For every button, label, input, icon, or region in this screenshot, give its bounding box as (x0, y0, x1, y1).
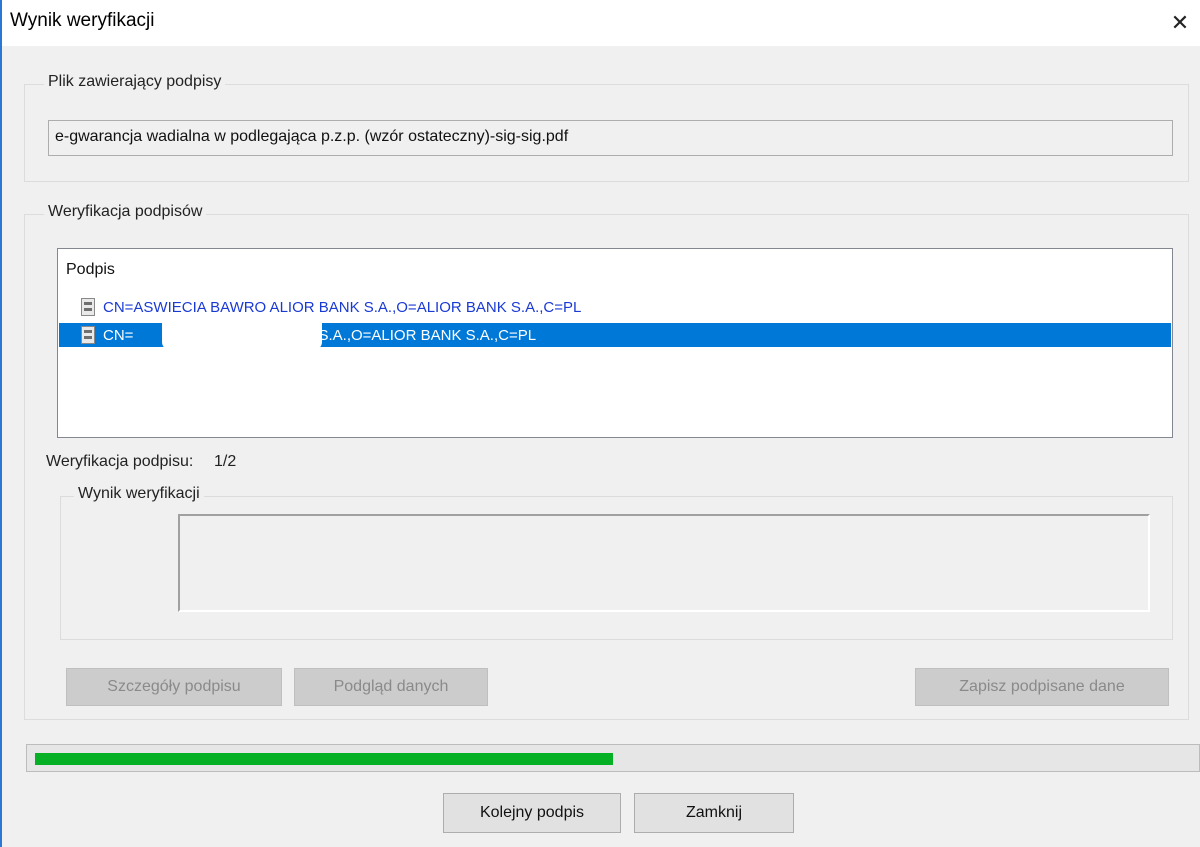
window-title: Wynik weryfikacji (10, 10, 155, 31)
save-signed-data-button[interactable]: Zapisz podpisane dane (915, 668, 1169, 706)
result-textbox[interactable] (178, 514, 1150, 612)
close-button[interactable]: Zamknij (634, 793, 794, 833)
verification-group-legend: Weryfikacja podpisów (44, 203, 207, 221)
counter-label: Weryfikacja podpisu: (46, 453, 194, 470)
signature-row-1-text: CN=ASWIECIA BAWRO ALIOR BANK S.A.,O=ALIO… (103, 298, 582, 316)
redaction-mark (162, 316, 322, 350)
file-group-legend: Plik zawierający podpisy (44, 73, 226, 91)
certificate-icon (81, 298, 95, 316)
data-preview-button[interactable]: Podgląd danych (294, 668, 488, 706)
counter-value: 1/2 (214, 453, 237, 470)
file-name-field[interactable]: e-gwarancja wadialna w podlegająca p.z.p… (48, 120, 1173, 156)
verification-progress-bar (26, 744, 1200, 772)
certificate-icon (81, 326, 95, 344)
verification-dialog: Wynik weryfikacji ✕ Plik zawierający pod… (0, 0, 1200, 847)
progress-fill (35, 753, 613, 765)
result-group-legend: Wynik weryfikacji (74, 485, 204, 503)
list-header-podpis: Podpis (66, 261, 115, 278)
close-icon[interactable]: ✕ (1160, 0, 1200, 46)
title-bar: Wynik weryfikacji ✕ (2, 0, 1200, 46)
signature-details-button[interactable]: Szczegóły podpisu (66, 668, 282, 706)
next-signature-button[interactable]: Kolejny podpis (443, 793, 621, 833)
